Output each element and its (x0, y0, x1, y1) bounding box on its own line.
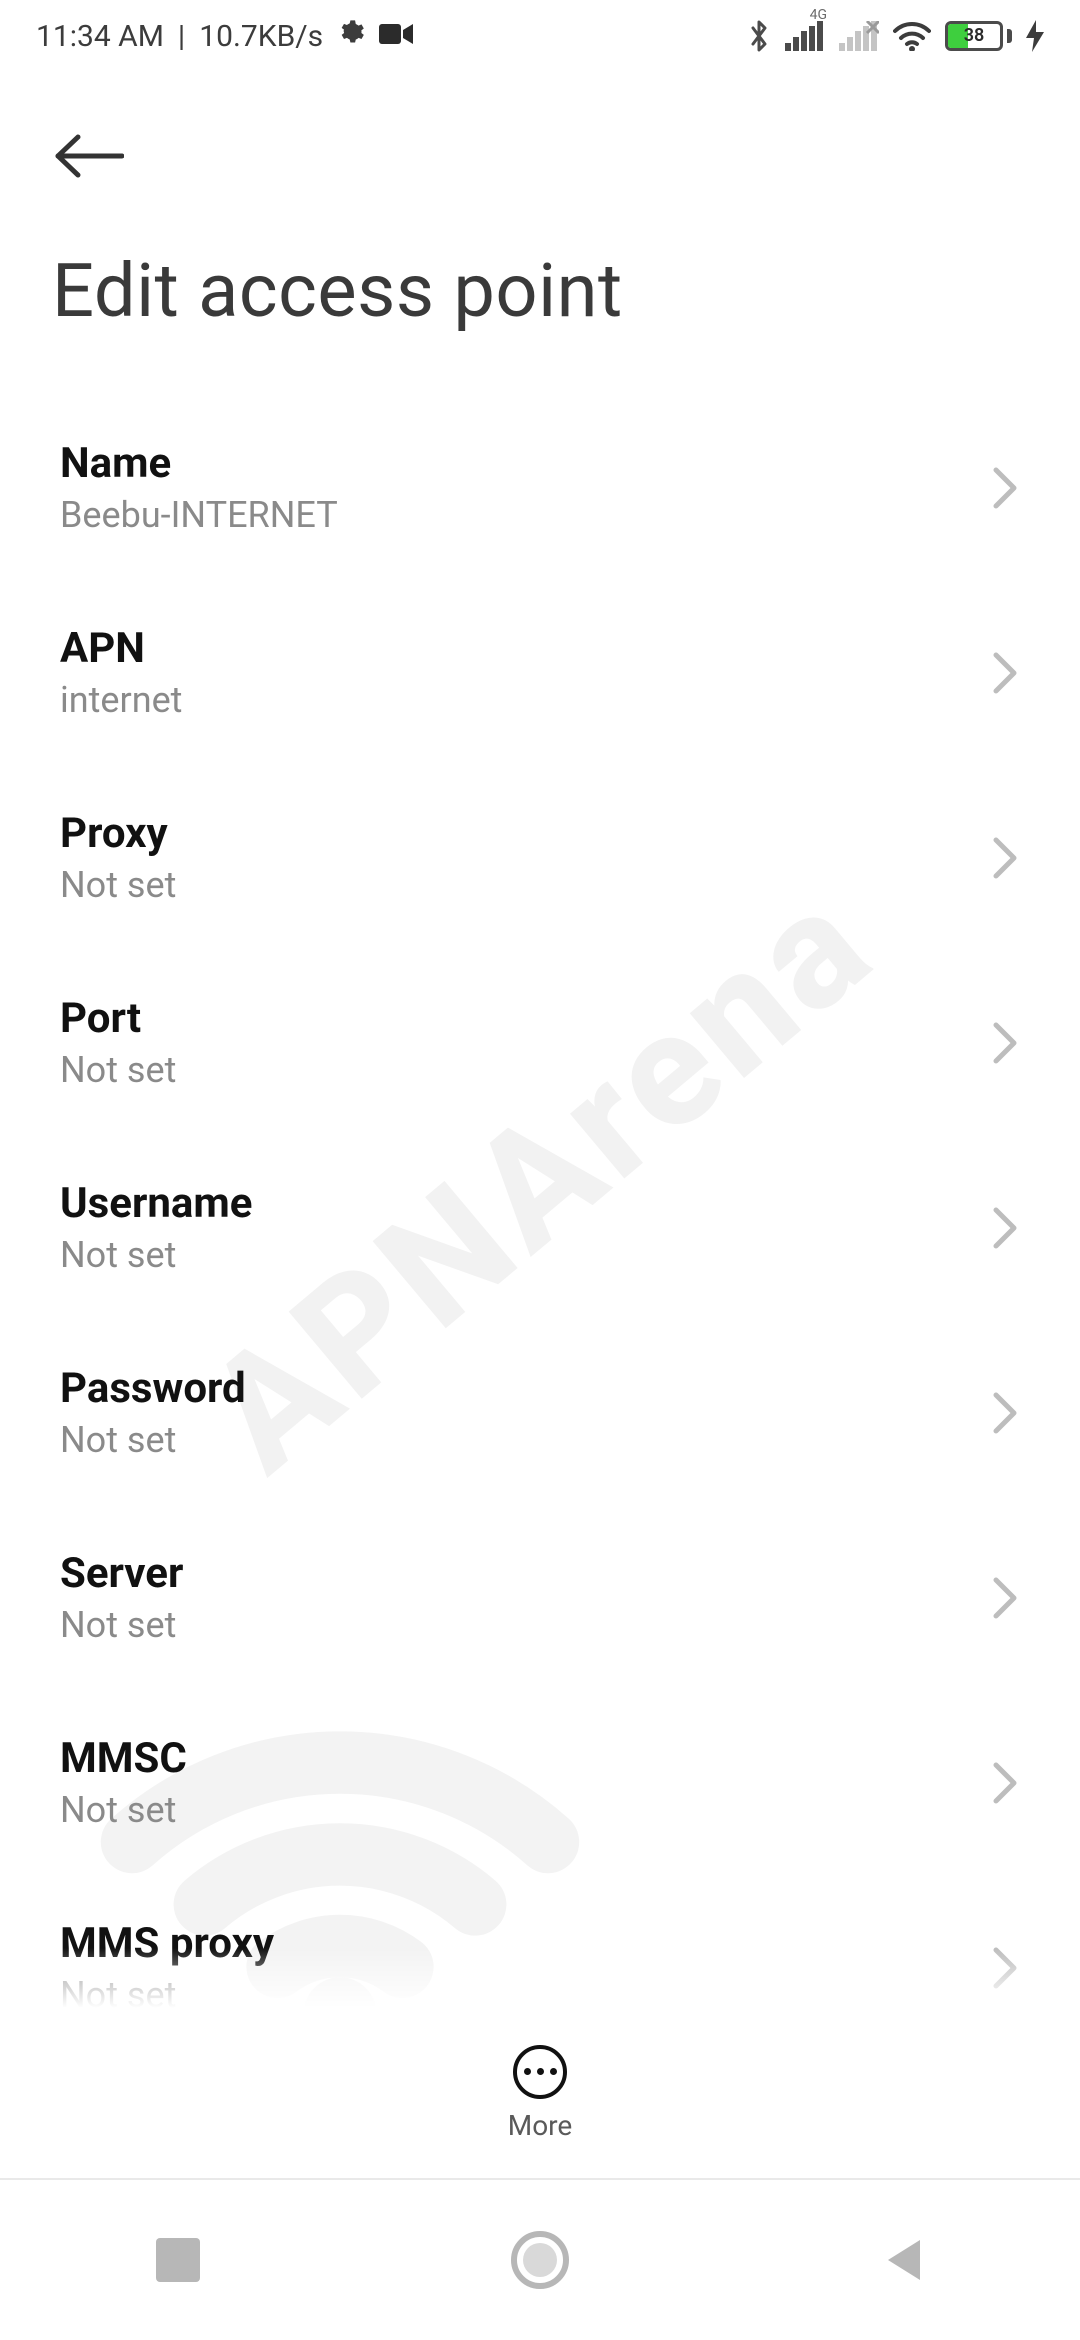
chevron-right-icon (992, 1391, 1018, 1435)
back-button[interactable] (52, 116, 132, 196)
page-header: Edit access point (0, 72, 1080, 335)
setting-label: Name (60, 439, 338, 488)
setting-value: Not set (60, 1234, 252, 1276)
setting-row-port[interactable]: Port Not set (0, 950, 1080, 1135)
battery-indicator: 38 (945, 21, 1012, 51)
setting-label: Port (60, 994, 176, 1043)
setting-label: Username (60, 1179, 252, 1228)
setting-label: Proxy (60, 809, 176, 858)
status-time: 11:34 AM (36, 19, 164, 54)
status-bar: 11:34 AM | 10.7KB/s 4G (0, 0, 1080, 72)
setting-value: Beebu-INTERNET (60, 494, 338, 536)
gear-icon (337, 18, 365, 54)
status-net-speed: 10.7KB/s (199, 19, 323, 54)
nav-back-button[interactable] (880, 2236, 924, 2284)
setting-value: Not set (60, 1789, 187, 1831)
settings-list: Name Beebu-INTERNET APN internet Proxy N… (0, 335, 1080, 2060)
system-nav-bar (0, 2178, 1080, 2340)
chevron-right-icon (992, 836, 1018, 880)
chevron-right-icon (992, 1576, 1018, 1620)
setting-label: Password (60, 1364, 246, 1413)
setting-row-username[interactable]: Username Not set (0, 1135, 1080, 1320)
more-label: More (508, 2109, 573, 2142)
setting-value: Not set (60, 864, 176, 906)
nav-home-button[interactable] (511, 2231, 569, 2289)
more-icon (513, 2045, 567, 2099)
setting-row-proxy[interactable]: Proxy Not set (0, 765, 1080, 950)
signal-primary: 4G (785, 21, 825, 51)
bluetooth-icon (747, 19, 771, 53)
setting-value: Not set (60, 1604, 183, 1646)
charging-icon (1026, 20, 1044, 52)
setting-value: Not set (60, 1419, 246, 1461)
chevron-right-icon (992, 466, 1018, 510)
chevron-right-icon (992, 1021, 1018, 1065)
camera-icon (379, 19, 413, 54)
page-title: Edit access point (52, 248, 1028, 335)
setting-row-password[interactable]: Password Not set (0, 1320, 1080, 1505)
setting-label: MMSC (60, 1734, 187, 1783)
setting-row-server[interactable]: Server Not set (0, 1505, 1080, 1690)
setting-row-name[interactable]: Name Beebu-INTERNET (0, 395, 1080, 580)
status-separator: | (178, 19, 185, 54)
more-button[interactable]: More (508, 2045, 573, 2142)
nav-recent-button[interactable] (156, 2238, 200, 2282)
setting-row-mmsc[interactable]: MMSC Not set (0, 1690, 1080, 1875)
setting-value: internet (60, 679, 182, 721)
setting-row-apn[interactable]: APN internet (0, 580, 1080, 765)
signal-secondary (839, 21, 879, 51)
bottom-action-bar: More (0, 2008, 1080, 2178)
setting-label: APN (60, 624, 182, 673)
wifi-icon (893, 21, 931, 51)
chevron-right-icon (992, 651, 1018, 695)
setting-label: Server (60, 1549, 183, 1598)
setting-value: Not set (60, 1049, 176, 1091)
chevron-right-icon (992, 1206, 1018, 1250)
chevron-right-icon (992, 1761, 1018, 1805)
